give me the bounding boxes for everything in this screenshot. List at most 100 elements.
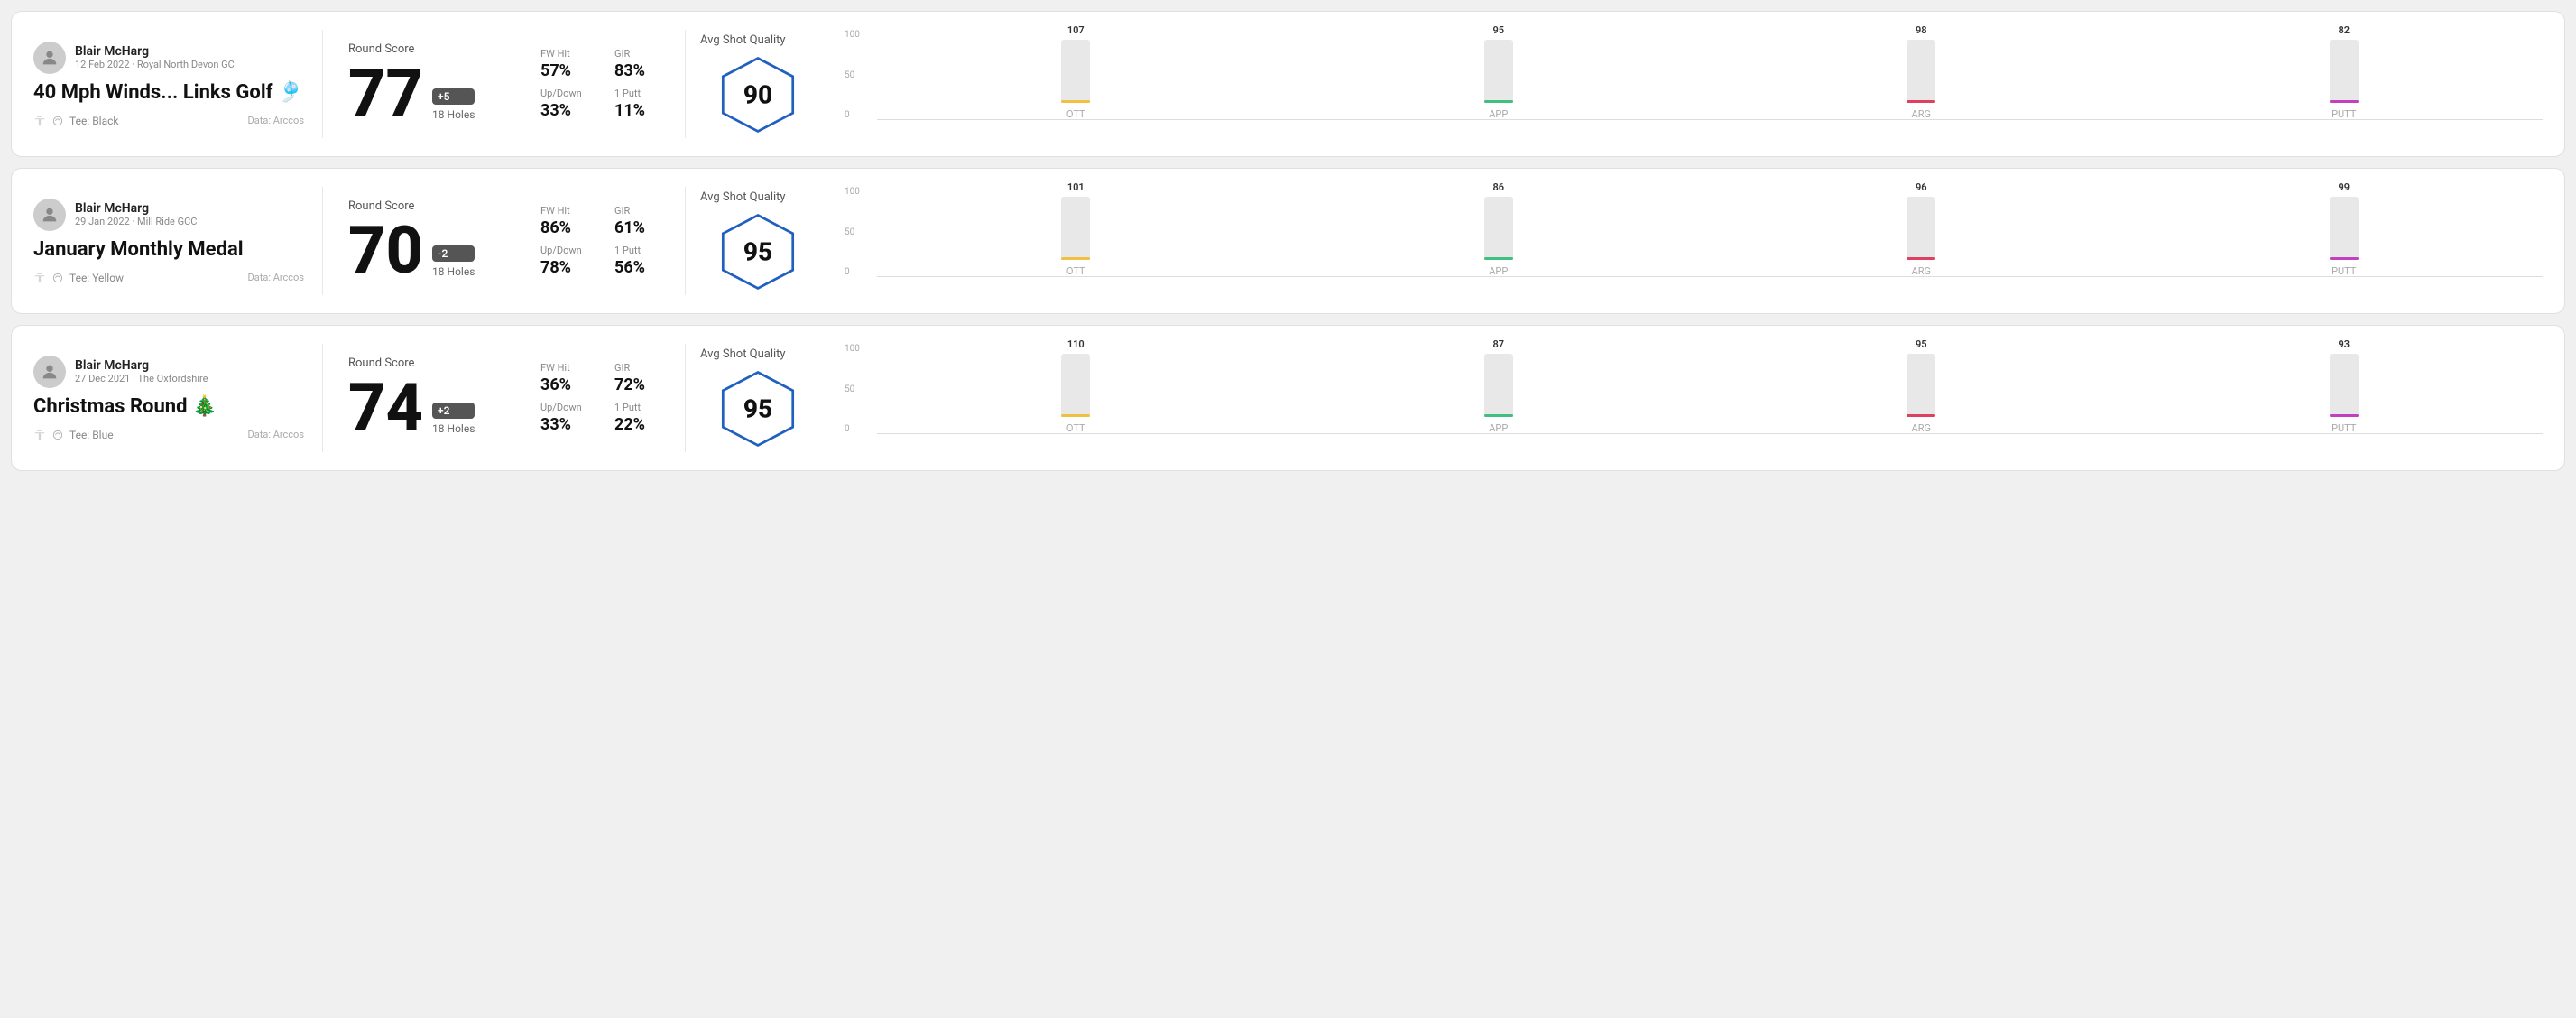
- bar-x-label: OTT: [1066, 265, 1085, 277]
- stat-updown: Up/Down 33%: [540, 88, 593, 120]
- bottom-row: Tee: Black Data: Arccos: [33, 115, 304, 127]
- stat-oneputt-value: 11%: [614, 101, 667, 120]
- y-label-50: 50: [845, 70, 860, 80]
- left-section: Blair McHarg 12 Feb 2022 · Royal North D…: [33, 42, 322, 127]
- quality-label: Avg Shot Quality: [700, 347, 816, 361]
- bar-col-app: 86 APP: [1300, 181, 1698, 277]
- bar-bg: [1061, 197, 1090, 260]
- bar-fill-line: [2330, 414, 2359, 417]
- score-badge: -2: [432, 245, 475, 262]
- bar-col-ott: 107 OTT: [877, 24, 1275, 120]
- hexagon-wrap: 95: [700, 211, 816, 292]
- data-source: Data: Arccos: [248, 115, 304, 126]
- avatar: [33, 199, 66, 231]
- bar-bg: [1484, 354, 1513, 417]
- bar-value: 96: [1916, 181, 1927, 193]
- chart-section: 100 50 0 101 OTT 86: [830, 187, 2543, 295]
- bar-x-label: OTT: [1066, 108, 1085, 120]
- score-row: 70 -2 18 Holes: [348, 218, 496, 283]
- tee-info: Tee: Blue: [33, 429, 114, 441]
- bottom-row: Tee: Yellow Data: Arccos: [33, 272, 304, 284]
- stat-fw-hit-label: FW Hit: [540, 48, 593, 60]
- bar-x-label: ARG: [1912, 265, 1931, 277]
- y-label-100: 100: [845, 30, 860, 40]
- stat-fw-hit: FW Hit 36%: [540, 362, 593, 394]
- round-title: January Monthly Medal: [33, 238, 304, 261]
- bar-x-label: PUTT: [2331, 108, 2356, 120]
- stat-gir-value: 61%: [614, 218, 667, 237]
- bar-fill-line: [1907, 100, 1935, 103]
- bar-fill-line: [1484, 414, 1513, 417]
- stat-fw-hit-value: 86%: [540, 218, 593, 237]
- bar-wrap: [1722, 197, 2120, 260]
- user-row: Blair McHarg 12 Feb 2022 · Royal North D…: [33, 42, 304, 74]
- chart-section: 100 50 0 110 OTT 87: [830, 344, 2543, 452]
- stat-gir-value: 83%: [614, 61, 667, 80]
- bar-col-putt: 99 PUTT: [2146, 181, 2544, 277]
- bar-chart: 110 OTT 87 APP 95: [877, 344, 2543, 452]
- stat-updown-label: Up/Down: [540, 402, 593, 413]
- y-label-50: 50: [845, 227, 860, 237]
- bar-chart: 101 OTT 86 APP 96: [877, 187, 2543, 295]
- bar-col-putt: 82 PUTT: [2146, 24, 2544, 120]
- score-label: Round Score: [348, 199, 496, 213]
- round-title: Christmas Round 🎄: [33, 395, 304, 418]
- stats-grid: FW Hit 86% GIR 61% Up/Down 78% 1 Putt 56…: [540, 205, 667, 277]
- bar-x-label: PUTT: [2331, 422, 2356, 434]
- score-section: Round Score 77 +5 18 Holes: [323, 42, 522, 126]
- y-label-0: 0: [845, 267, 860, 277]
- stat-updown-value: 33%: [540, 101, 593, 120]
- chart-section: 100 50 0 107 OTT 95: [830, 30, 2543, 138]
- score-holes: 18 Holes: [432, 422, 475, 435]
- chart-outer: 100 50 0 110 OTT 87: [845, 344, 2543, 452]
- hexagon-wrap: 90: [700, 54, 816, 135]
- stat-gir-label: GIR: [614, 362, 667, 374]
- round-title: 40 Mph Winds... Links Golf 🎐: [33, 81, 304, 104]
- score-row: 74 +2 18 Holes: [348, 375, 496, 440]
- stat-gir: GIR 72%: [614, 362, 667, 394]
- quality-section: Avg Shot Quality 95: [686, 190, 830, 292]
- quality-label: Avg Shot Quality: [700, 33, 816, 47]
- stat-oneputt-label: 1 Putt: [614, 88, 667, 99]
- round-card: Blair McHarg 12 Feb 2022 · Royal North D…: [11, 11, 2565, 157]
- stat-updown-label: Up/Down: [540, 88, 593, 99]
- stats-grid: FW Hit 57% GIR 83% Up/Down 33% 1 Putt 11…: [540, 48, 667, 120]
- bar-bg: [2330, 197, 2359, 260]
- score-row: 77 +5 18 Holes: [348, 61, 496, 126]
- bar-x-label: PUTT: [2331, 265, 2356, 277]
- bar-col-arg: 95 ARG: [1722, 338, 2120, 434]
- bar-x-label: ARG: [1912, 108, 1931, 120]
- stat-updown-value: 33%: [540, 415, 593, 434]
- stats-section: FW Hit 57% GIR 83% Up/Down 33% 1 Putt 11…: [522, 48, 685, 120]
- bar-value: 95: [1916, 338, 1927, 350]
- score-badge-col: -2 18 Holes: [432, 245, 475, 283]
- bar-value: 110: [1067, 338, 1085, 350]
- score-badge: +5: [432, 88, 475, 105]
- user-name: Blair McHarg: [75, 201, 197, 216]
- bar-wrap: [1722, 40, 2120, 103]
- score-number: 70: [348, 218, 423, 283]
- bar-wrap: [877, 197, 1275, 260]
- y-label-0: 0: [845, 424, 860, 434]
- bar-x-label: APP: [1489, 265, 1508, 277]
- stat-updown-value: 78%: [540, 258, 593, 277]
- bar-wrap: [1300, 197, 1698, 260]
- score-badge-col: +5 18 Holes: [432, 88, 475, 126]
- bar-bg: [1061, 354, 1090, 417]
- bar-col-app: 95 APP: [1300, 24, 1698, 120]
- bar-bg: [2330, 354, 2359, 417]
- bar-wrap: [2146, 40, 2544, 103]
- bar-col-putt: 93 PUTT: [2146, 338, 2544, 434]
- score-label: Round Score: [348, 42, 496, 56]
- bar-col-ott: 101 OTT: [877, 181, 1275, 277]
- bar-value: 107: [1067, 24, 1085, 36]
- bar-fill-line: [2330, 100, 2359, 103]
- bar-wrap: [1722, 354, 2120, 417]
- bar-value: 101: [1067, 181, 1085, 193]
- bar-col-arg: 96 ARG: [1722, 181, 2120, 277]
- bar-value: 95: [1492, 24, 1504, 36]
- bar-bg: [1907, 197, 1935, 260]
- bar-bg: [1907, 40, 1935, 103]
- bar-fill-line: [1061, 414, 1090, 417]
- round-card: Blair McHarg 29 Jan 2022 · Mill Ride GCC…: [11, 168, 2565, 314]
